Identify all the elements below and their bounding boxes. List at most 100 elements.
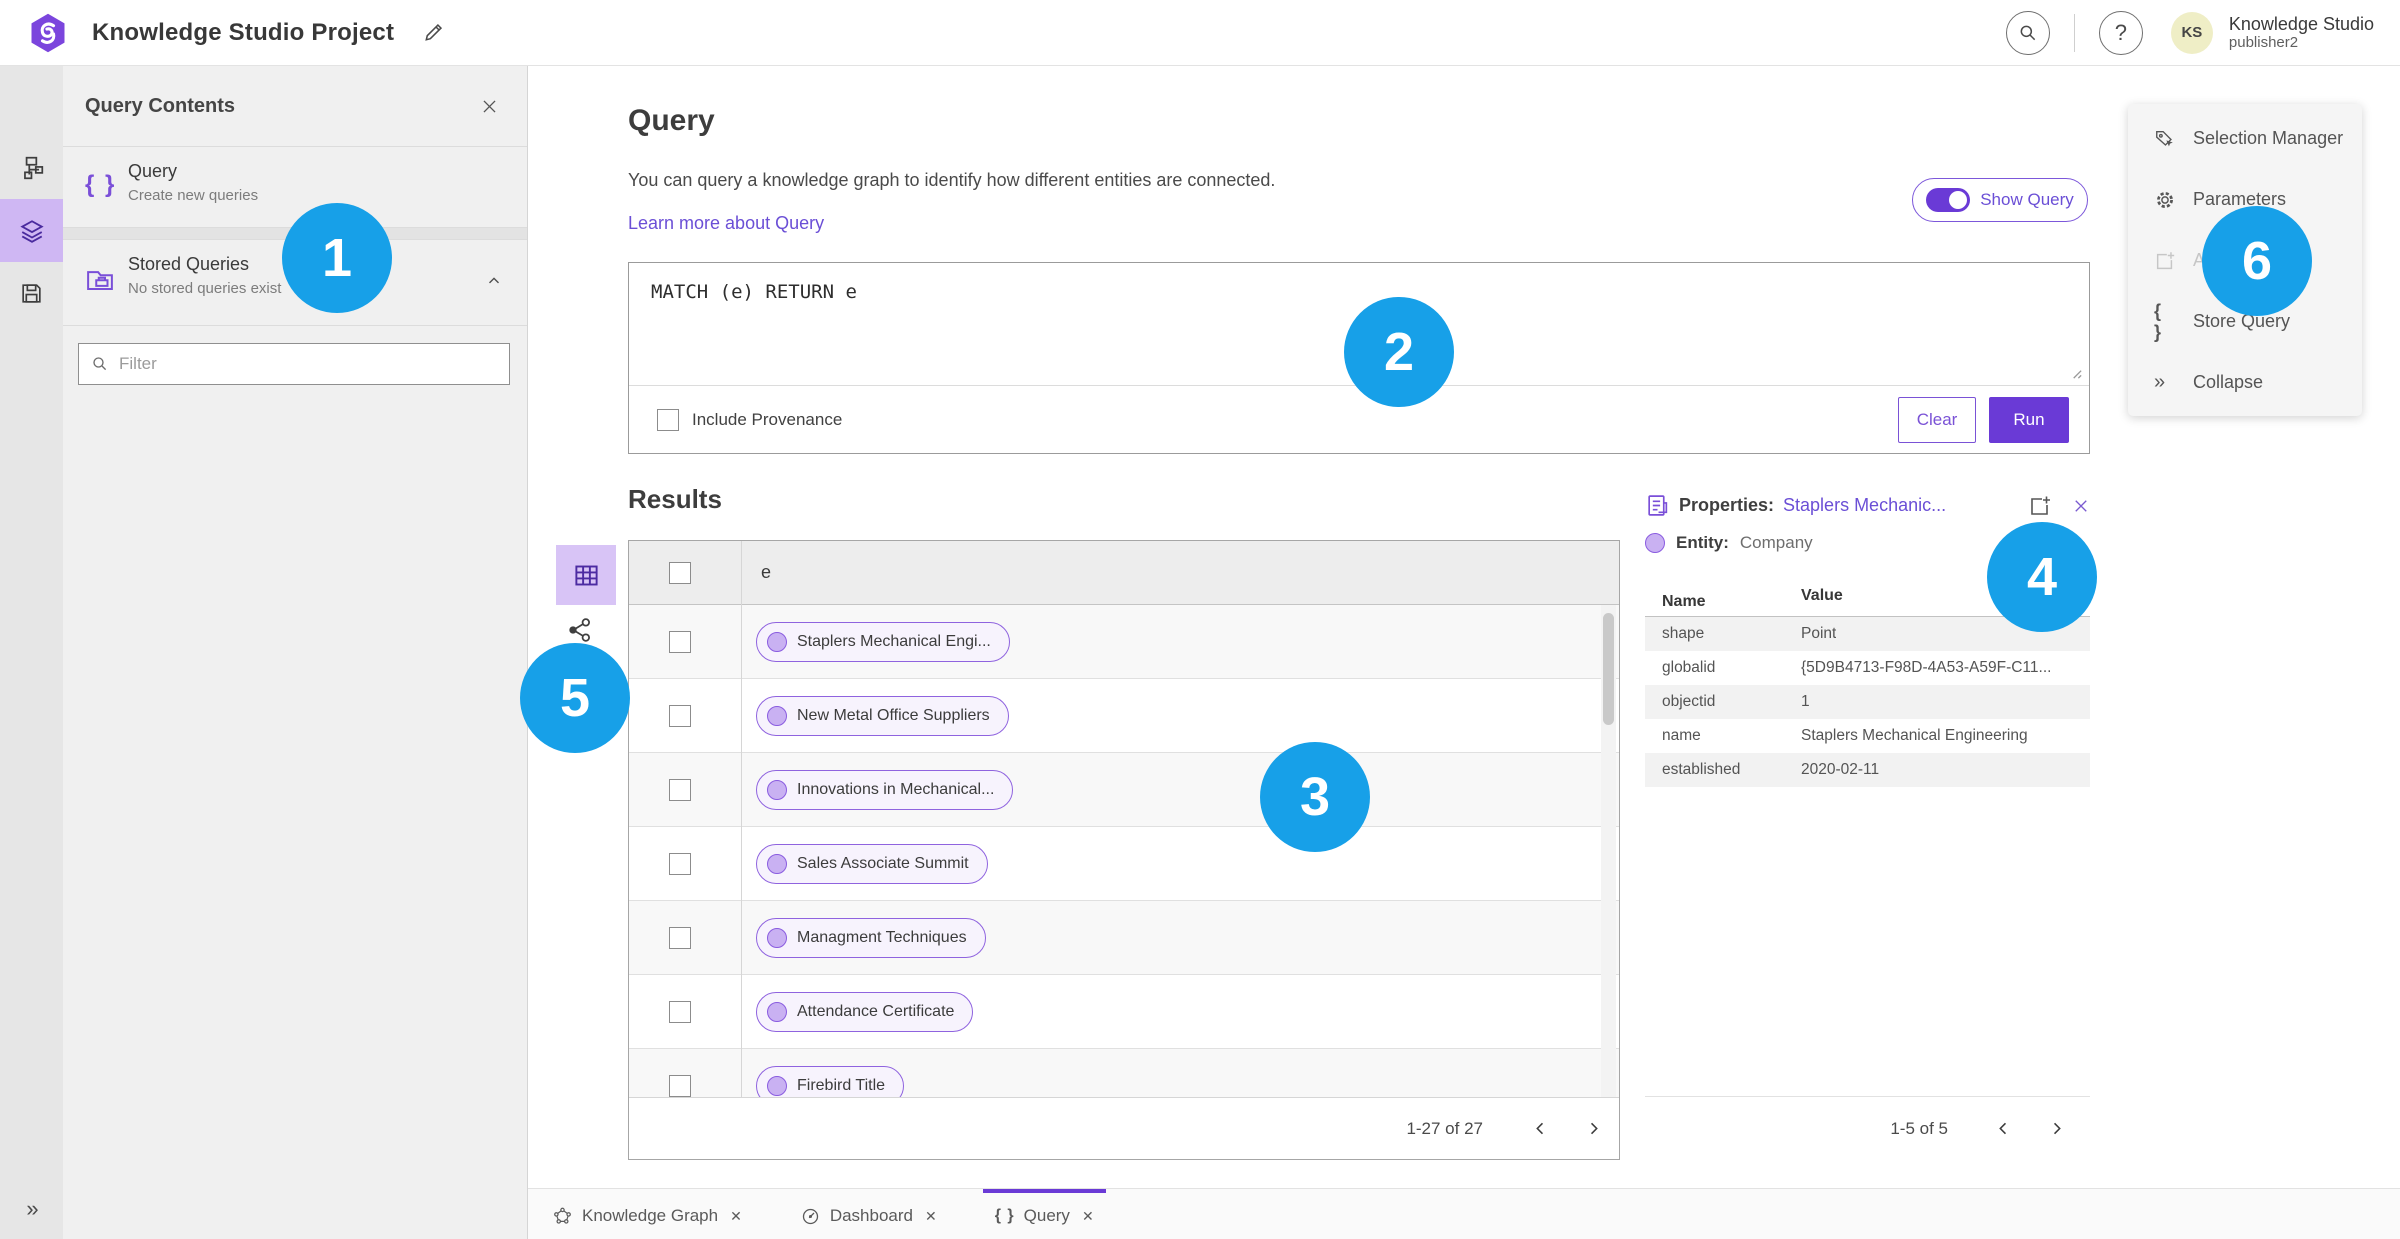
row-checkbox[interactable]: [669, 631, 691, 653]
close-tab-icon[interactable]: ✕: [730, 1208, 742, 1225]
query-editor-footer: Include Provenance Clear Run: [629, 385, 2089, 453]
entity-pill[interactable]: Firebird Title: [756, 1066, 905, 1099]
user-avatar[interactable]: KS: [2170, 11, 2213, 54]
clear-button[interactable]: Clear: [1898, 396, 1976, 443]
link-chart-view-button[interactable]: [566, 616, 596, 646]
add-to-map-icon[interactable]: [2028, 494, 2052, 518]
project-title: Knowledge Studio Project: [92, 18, 395, 46]
next-page-icon[interactable]: [2043, 1115, 2070, 1142]
table-row: Managment Techniques: [629, 901, 1619, 975]
table-row: Innovations in Mechanical...: [629, 753, 1619, 827]
properties-pagination: 1-5 of 5: [1645, 1096, 2090, 1160]
save-icon[interactable]: [0, 262, 63, 325]
query-item-description: Create new queries: [128, 187, 259, 204]
include-provenance-checkbox[interactable]: [657, 408, 679, 431]
column-divider: [741, 541, 742, 1097]
row-checkbox[interactable]: [669, 1075, 691, 1097]
next-page-icon[interactable]: [1580, 1115, 1607, 1142]
select-all-checkbox[interactable]: [669, 562, 691, 584]
property-row: globalid {5D9B4713-F98D-4A53-A59F-C11...: [1662, 659, 2052, 676]
filter-field[interactable]: [78, 343, 510, 385]
close-properties-icon[interactable]: [2072, 497, 2090, 515]
user-role: publisher2: [2228, 34, 2299, 52]
entity-dot-icon: [767, 1002, 787, 1022]
properties-entity-link[interactable]: Staplers Mechanic...: [1783, 495, 1946, 516]
query-contents-header: Query Contents: [63, 66, 527, 147]
toggle-knob: [1949, 191, 1968, 209]
menu-item-collapse[interactable]: » Collapse: [2128, 352, 2362, 413]
close-panel-icon[interactable]: [480, 97, 499, 116]
annotation-callout-6: 6: [2202, 206, 2312, 316]
column-header-e: e: [761, 562, 772, 582]
entity-pill[interactable]: Staplers Mechanical Engi...: [756, 622, 1010, 662]
selection-manager-icon: [2154, 128, 2176, 150]
include-provenance-label: Include Provenance: [692, 409, 843, 429]
filter-search-icon: [93, 357, 107, 371]
results-title: Results: [628, 484, 722, 514]
previous-page-icon[interactable]: [1990, 1115, 2017, 1142]
previous-page-icon[interactable]: [1527, 1115, 1554, 1142]
layers-icon[interactable]: [0, 199, 63, 262]
row-checkbox[interactable]: [669, 705, 691, 727]
learn-more-link[interactable]: Learn more about Query: [628, 213, 824, 234]
search-button[interactable]: [2005, 10, 2050, 55]
row-checkbox[interactable]: [669, 779, 691, 801]
entity-value: Company: [1739, 533, 1813, 552]
toggle-track: [1926, 188, 1971, 212]
row-checkbox[interactable]: [669, 853, 691, 875]
help-button[interactable]: ?: [2098, 10, 2143, 55]
property-row: established 2020-02-11: [1645, 753, 2090, 787]
properties-label: Properties:: [1679, 495, 1775, 515]
results-pagination-label: 1-27 of 27: [1406, 1118, 1483, 1138]
tab-dashboard[interactable]: Dashboard ✕: [788, 1189, 949, 1239]
run-button[interactable]: Run: [1989, 396, 2069, 443]
annotation-callout-5: 5: [520, 643, 630, 753]
user-info[interactable]: Knowledge Studio publisher2: [2229, 14, 2374, 52]
data-model-icon[interactable]: [0, 136, 63, 199]
show-query-toggle[interactable]: Show Query: [1912, 178, 2088, 222]
collapse-section-icon[interactable]: [485, 272, 503, 290]
expand-rail-icon[interactable]: »: [0, 1185, 63, 1233]
resize-grip-icon[interactable]: [2070, 367, 2083, 380]
gear-icon: [2154, 189, 2176, 211]
entity-pill[interactable]: Managment Techniques: [756, 918, 986, 958]
user-name: Knowledge Studio: [2228, 13, 2374, 34]
stored-queries-folder-icon: [85, 264, 115, 294]
menu-item-selection-manager[interactable]: Selection Manager: [2128, 108, 2362, 169]
table-view-button[interactable]: [556, 545, 616, 605]
braces-icon: { }: [2154, 300, 2164, 342]
braces-icon: { }: [994, 1207, 1015, 1224]
entity-dot-icon: [767, 632, 787, 652]
row-checkbox[interactable]: [669, 1001, 691, 1023]
filter-input[interactable]: [119, 354, 489, 374]
query-item[interactable]: { } Query Create new queries: [63, 147, 527, 228]
close-tab-icon[interactable]: ✕: [1082, 1208, 1094, 1225]
scrollbar-thumb[interactable]: [1603, 613, 1614, 725]
property-row: name Staplers Mechanical Engineering: [1662, 727, 2028, 744]
tab-query[interactable]: { } Query ✕: [982, 1189, 1106, 1239]
annotation-callout-4: 4: [1987, 522, 2097, 632]
results-scrollbar[interactable]: [1601, 605, 1616, 1099]
results-table: e Staplers Mechanical Engi... New Metal …: [628, 540, 1620, 1160]
entity-pill[interactable]: New Metal Office Suppliers: [756, 696, 1009, 736]
query-item-label: Query: [128, 161, 178, 181]
row-checkbox[interactable]: [669, 927, 691, 949]
entity-pill[interactable]: Attendance Certificate: [756, 992, 974, 1032]
entity-pill[interactable]: Sales Associate Summit: [756, 844, 988, 884]
table-row: Staplers Mechanical Engi...: [629, 605, 1619, 679]
page-title: Query: [628, 104, 715, 137]
properties-actions: [2028, 494, 2090, 518]
property-row: objectid 1: [1645, 685, 2090, 719]
document-tabbar: Knowledge Graph ✕ Dashboard ✕ { } Query …: [528, 1188, 2400, 1239]
query-text-input[interactable]: MATCH (e) RETURN e: [651, 281, 857, 303]
properties-doc-icon: [1648, 495, 1668, 516]
properties-header: Properties: Staplers Mechanic...: [1645, 493, 2090, 518]
results-pagination: 1-27 of 27: [629, 1097, 1619, 1159]
entity-pill[interactable]: Innovations in Mechanical...: [756, 770, 1014, 810]
close-tab-icon[interactable]: ✕: [925, 1208, 937, 1225]
dashboard-icon: [800, 1206, 821, 1227]
edit-title-icon[interactable]: [422, 21, 445, 44]
tab-knowledge-graph[interactable]: Knowledge Graph ✕: [540, 1189, 754, 1239]
table-row: New Metal Office Suppliers: [629, 679, 1619, 753]
left-rail: »: [0, 66, 63, 1239]
